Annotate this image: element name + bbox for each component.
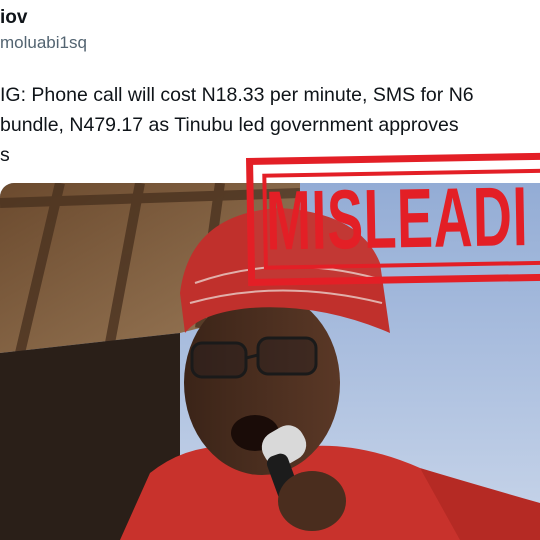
post-text-line: bundle, N479.17 as Tinubu led government… <box>0 114 459 136</box>
misleading-stamp: MISLEADI <box>246 152 540 286</box>
stamp-label: MISLEADI <box>265 169 529 268</box>
author-name[interactable]: iov <box>0 6 27 30</box>
post-header: iov moluabi1sq <box>0 0 540 60</box>
post-text-line: IG: Phone call will cost N18.33 per minu… <box>0 84 474 106</box>
author-handle[interactable]: moluabi1sq <box>0 32 87 54</box>
